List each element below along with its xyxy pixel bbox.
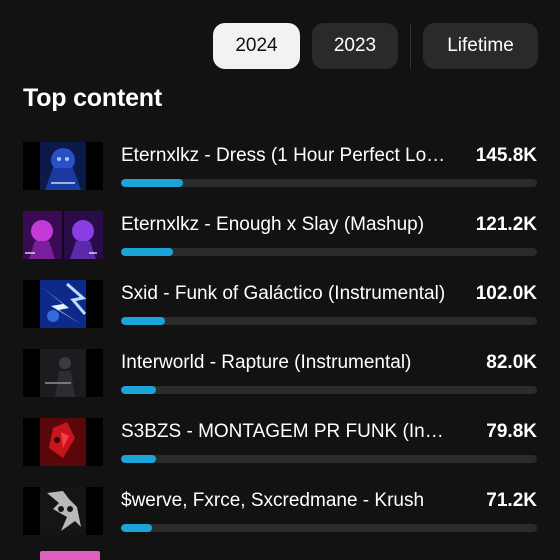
content-title: Interworld - Rapture (Instrumental): [121, 352, 412, 373]
progress-bar: [121, 386, 537, 394]
content-title: $werve, Fxrce, Sxcredmane - Krush: [121, 490, 425, 511]
view-count: 79.8K: [486, 421, 537, 442]
section-title: Top content: [23, 84, 162, 112]
content-title: Eternxlkz - Dress (1 Hour Perfect Loop): [121, 145, 447, 166]
list-item[interactable]: Eternxlkz - Enough x Slay (Mashup) 121.2…: [0, 205, 560, 274]
progress-bar: [121, 455, 537, 463]
content-title: Sxid - Funk of Galáctico (Instrumental): [121, 283, 446, 304]
view-count: 121.2K: [475, 214, 537, 235]
view-count: 71.2K: [486, 490, 537, 511]
next-item-thumbnail-peek: [40, 551, 100, 560]
list-item[interactable]: Interworld - Rapture (Instrumental) 82.0…: [0, 343, 560, 412]
progress-bar: [121, 524, 537, 532]
content-title: Eternxlkz - Enough x Slay (Mashup): [121, 214, 425, 235]
view-count: 82.0K: [486, 352, 537, 373]
dark-figure-artwork-icon: [23, 349, 103, 397]
progress-bar: [121, 317, 537, 325]
progress-bar: [121, 248, 537, 256]
progress-fill: [121, 524, 153, 532]
progress-fill: [121, 317, 165, 325]
progress-bar: [121, 179, 537, 187]
top-content-list: Eternxlkz - Dress (1 Hour Perfect Loop) …: [0, 136, 560, 550]
blue-character-artwork-icon: [23, 142, 103, 190]
content-title: S3BZS - MONTAGEM PR FUNK (Instrumental): [121, 421, 447, 442]
tab-divider: [410, 23, 411, 69]
red-crystal-artwork-icon: [23, 418, 103, 466]
list-item[interactable]: Sxid - Funk of Galáctico (Instrumental) …: [0, 274, 560, 343]
period-tabs: 2024 2023 Lifetime: [213, 23, 538, 69]
tab-2024[interactable]: 2024: [213, 23, 300, 69]
tab-2023[interactable]: 2023: [312, 23, 398, 69]
list-item[interactable]: $werve, Fxrce, Sxcredmane - Krush 71.2K: [0, 481, 560, 550]
list-item[interactable]: Eternxlkz - Dress (1 Hour Perfect Loop) …: [0, 136, 560, 205]
pink-mashup-artwork-icon: [23, 211, 103, 259]
view-count: 145.8K: [475, 145, 537, 166]
progress-fill: [121, 248, 173, 256]
view-count: 102.0K: [475, 283, 537, 304]
list-item[interactable]: S3BZS - MONTAGEM PR FUNK (Instrumental) …: [0, 412, 560, 481]
progress-fill: [121, 386, 157, 394]
blue-lightning-artwork-icon: [23, 280, 103, 328]
tab-lifetime[interactable]: Lifetime: [423, 23, 538, 69]
progress-fill: [121, 179, 184, 187]
progress-fill: [121, 455, 156, 463]
white-skull-artwork-icon: [23, 487, 103, 535]
